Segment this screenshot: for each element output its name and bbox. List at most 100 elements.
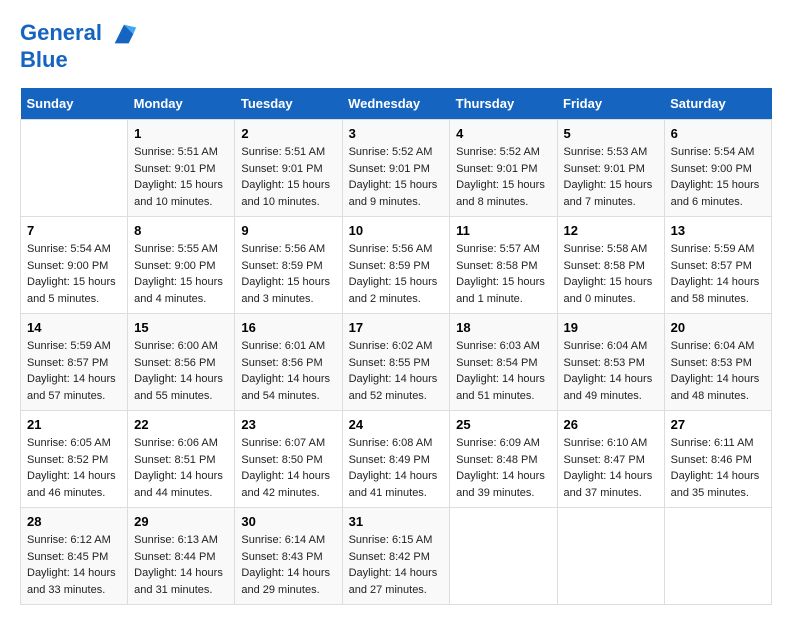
day-info: Sunrise: 5:58 AMSunset: 8:58 PMDaylight:… <box>564 241 658 307</box>
day-number: 12 <box>564 223 658 238</box>
calendar-cell: 18 Sunrise: 6:03 AMSunset: 8:54 PMDaylig… <box>450 314 557 411</box>
calendar-cell: 31 Sunrise: 6:15 AMSunset: 8:42 PMDaylig… <box>342 508 450 605</box>
day-info: Sunrise: 6:06 AMSunset: 8:51 PMDaylight:… <box>134 435 228 501</box>
calendar-cell: 26 Sunrise: 6:10 AMSunset: 8:47 PMDaylig… <box>557 411 664 508</box>
day-number: 13 <box>671 223 765 238</box>
calendar-cell: 13 Sunrise: 5:59 AMSunset: 8:57 PMDaylig… <box>664 217 771 314</box>
weekday-header: Thursday <box>450 88 557 120</box>
calendar-cell: 29 Sunrise: 6:13 AMSunset: 8:44 PMDaylig… <box>128 508 235 605</box>
day-number: 22 <box>134 417 228 432</box>
logo-blue: Blue <box>20 48 138 72</box>
logo: General Blue <box>20 20 138 72</box>
day-number: 21 <box>27 417 121 432</box>
weekday-header: Tuesday <box>235 88 342 120</box>
day-number: 27 <box>671 417 765 432</box>
calendar-cell <box>450 508 557 605</box>
day-info: Sunrise: 6:04 AMSunset: 8:53 PMDaylight:… <box>671 338 765 404</box>
calendar-cell <box>557 508 664 605</box>
weekday-header: Wednesday <box>342 88 450 120</box>
calendar-cell: 20 Sunrise: 6:04 AMSunset: 8:53 PMDaylig… <box>664 314 771 411</box>
day-info: Sunrise: 6:15 AMSunset: 8:42 PMDaylight:… <box>349 532 444 598</box>
day-number: 3 <box>349 126 444 141</box>
day-info: Sunrise: 6:04 AMSunset: 8:53 PMDaylight:… <box>564 338 658 404</box>
day-number: 5 <box>564 126 658 141</box>
day-info: Sunrise: 5:57 AMSunset: 8:58 PMDaylight:… <box>456 241 550 307</box>
calendar-cell: 4 Sunrise: 5:52 AMSunset: 9:01 PMDayligh… <box>450 120 557 217</box>
day-number: 6 <box>671 126 765 141</box>
day-info: Sunrise: 5:51 AMSunset: 9:01 PMDaylight:… <box>241 144 335 210</box>
calendar-week-row: 1 Sunrise: 5:51 AMSunset: 9:01 PMDayligh… <box>21 120 772 217</box>
calendar-cell: 25 Sunrise: 6:09 AMSunset: 8:48 PMDaylig… <box>450 411 557 508</box>
calendar-cell: 28 Sunrise: 6:12 AMSunset: 8:45 PMDaylig… <box>21 508 128 605</box>
day-info: Sunrise: 5:51 AMSunset: 9:01 PMDaylight:… <box>134 144 228 210</box>
day-number: 31 <box>349 514 444 529</box>
day-info: Sunrise: 6:07 AMSunset: 8:50 PMDaylight:… <box>241 435 335 501</box>
calendar-cell: 15 Sunrise: 6:00 AMSunset: 8:56 PMDaylig… <box>128 314 235 411</box>
calendar-cell <box>664 508 771 605</box>
calendar-cell: 6 Sunrise: 5:54 AMSunset: 9:00 PMDayligh… <box>664 120 771 217</box>
day-info: Sunrise: 6:10 AMSunset: 8:47 PMDaylight:… <box>564 435 658 501</box>
day-number: 29 <box>134 514 228 529</box>
calendar-week-row: 21 Sunrise: 6:05 AMSunset: 8:52 PMDaylig… <box>21 411 772 508</box>
calendar-cell: 8 Sunrise: 5:55 AMSunset: 9:00 PMDayligh… <box>128 217 235 314</box>
calendar-cell: 7 Sunrise: 5:54 AMSunset: 9:00 PMDayligh… <box>21 217 128 314</box>
day-info: Sunrise: 6:11 AMSunset: 8:46 PMDaylight:… <box>671 435 765 501</box>
logo-text: General <box>20 20 138 48</box>
day-number: 1 <box>134 126 228 141</box>
day-info: Sunrise: 6:09 AMSunset: 8:48 PMDaylight:… <box>456 435 550 501</box>
calendar-week-row: 7 Sunrise: 5:54 AMSunset: 9:00 PMDayligh… <box>21 217 772 314</box>
calendar-cell: 14 Sunrise: 5:59 AMSunset: 8:57 PMDaylig… <box>21 314 128 411</box>
weekday-header: Saturday <box>664 88 771 120</box>
weekday-header: Monday <box>128 88 235 120</box>
day-info: Sunrise: 5:54 AMSunset: 9:00 PMDaylight:… <box>27 241 121 307</box>
day-info: Sunrise: 6:02 AMSunset: 8:55 PMDaylight:… <box>349 338 444 404</box>
calendar-table: SundayMondayTuesdayWednesdayThursdayFrid… <box>20 88 772 605</box>
day-number: 7 <box>27 223 121 238</box>
calendar-week-row: 28 Sunrise: 6:12 AMSunset: 8:45 PMDaylig… <box>21 508 772 605</box>
calendar-cell <box>21 120 128 217</box>
day-number: 9 <box>241 223 335 238</box>
calendar-cell: 11 Sunrise: 5:57 AMSunset: 8:58 PMDaylig… <box>450 217 557 314</box>
day-info: Sunrise: 5:56 AMSunset: 8:59 PMDaylight:… <box>241 241 335 307</box>
day-number: 14 <box>27 320 121 335</box>
day-info: Sunrise: 6:05 AMSunset: 8:52 PMDaylight:… <box>27 435 121 501</box>
weekday-header-row: SundayMondayTuesdayWednesdayThursdayFrid… <box>21 88 772 120</box>
day-info: Sunrise: 5:52 AMSunset: 9:01 PMDaylight:… <box>349 144 444 210</box>
day-info: Sunrise: 5:54 AMSunset: 9:00 PMDaylight:… <box>671 144 765 210</box>
day-number: 28 <box>27 514 121 529</box>
day-info: Sunrise: 6:03 AMSunset: 8:54 PMDaylight:… <box>456 338 550 404</box>
calendar-cell: 2 Sunrise: 5:51 AMSunset: 9:01 PMDayligh… <box>235 120 342 217</box>
day-info: Sunrise: 5:59 AMSunset: 8:57 PMDaylight:… <box>671 241 765 307</box>
calendar-cell: 30 Sunrise: 6:14 AMSunset: 8:43 PMDaylig… <box>235 508 342 605</box>
day-number: 16 <box>241 320 335 335</box>
calendar-cell: 1 Sunrise: 5:51 AMSunset: 9:01 PMDayligh… <box>128 120 235 217</box>
day-number: 8 <box>134 223 228 238</box>
weekday-header: Friday <box>557 88 664 120</box>
day-number: 2 <box>241 126 335 141</box>
day-info: Sunrise: 6:13 AMSunset: 8:44 PMDaylight:… <box>134 532 228 598</box>
calendar-cell: 9 Sunrise: 5:56 AMSunset: 8:59 PMDayligh… <box>235 217 342 314</box>
calendar-cell: 10 Sunrise: 5:56 AMSunset: 8:59 PMDaylig… <box>342 217 450 314</box>
day-info: Sunrise: 6:01 AMSunset: 8:56 PMDaylight:… <box>241 338 335 404</box>
calendar-cell: 3 Sunrise: 5:52 AMSunset: 9:01 PMDayligh… <box>342 120 450 217</box>
calendar-cell: 27 Sunrise: 6:11 AMSunset: 8:46 PMDaylig… <box>664 411 771 508</box>
calendar-week-row: 14 Sunrise: 5:59 AMSunset: 8:57 PMDaylig… <box>21 314 772 411</box>
page-header: General Blue <box>20 20 772 72</box>
calendar-cell: 23 Sunrise: 6:07 AMSunset: 8:50 PMDaylig… <box>235 411 342 508</box>
day-info: Sunrise: 5:52 AMSunset: 9:01 PMDaylight:… <box>456 144 550 210</box>
day-number: 15 <box>134 320 228 335</box>
day-number: 4 <box>456 126 550 141</box>
day-info: Sunrise: 5:53 AMSunset: 9:01 PMDaylight:… <box>564 144 658 210</box>
calendar-cell: 19 Sunrise: 6:04 AMSunset: 8:53 PMDaylig… <box>557 314 664 411</box>
calendar-cell: 22 Sunrise: 6:06 AMSunset: 8:51 PMDaylig… <box>128 411 235 508</box>
calendar-cell: 12 Sunrise: 5:58 AMSunset: 8:58 PMDaylig… <box>557 217 664 314</box>
calendar-cell: 17 Sunrise: 6:02 AMSunset: 8:55 PMDaylig… <box>342 314 450 411</box>
day-number: 26 <box>564 417 658 432</box>
day-number: 24 <box>349 417 444 432</box>
day-info: Sunrise: 6:00 AMSunset: 8:56 PMDaylight:… <box>134 338 228 404</box>
calendar-cell: 16 Sunrise: 6:01 AMSunset: 8:56 PMDaylig… <box>235 314 342 411</box>
day-number: 11 <box>456 223 550 238</box>
day-info: Sunrise: 5:55 AMSunset: 9:00 PMDaylight:… <box>134 241 228 307</box>
weekday-header: Sunday <box>21 88 128 120</box>
calendar-cell: 5 Sunrise: 5:53 AMSunset: 9:01 PMDayligh… <box>557 120 664 217</box>
